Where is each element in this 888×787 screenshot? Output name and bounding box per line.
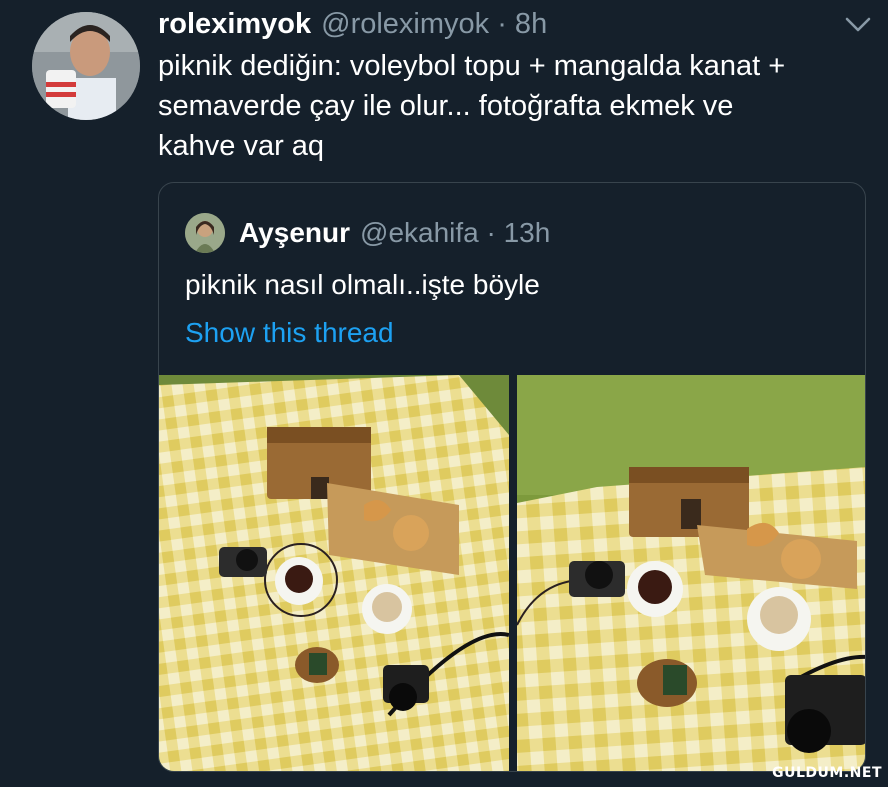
quoted-tweet-card[interactable]: Ayşenur @ekahifa · 13h piknik nasıl olma… (158, 182, 866, 772)
chevron-down-icon[interactable] (844, 14, 872, 34)
quoted-author-handle-and-time[interactable]: @ekahifa · 13h (360, 217, 550, 249)
profile-photo-icon (185, 213, 225, 253)
author-avatar[interactable] (32, 12, 140, 120)
quoted-tweet-photos (159, 375, 865, 771)
quoted-author-avatar[interactable] (185, 213, 225, 253)
author-display-name[interactable]: roleximyok (158, 8, 311, 41)
profile-photo-icon (32, 12, 140, 120)
watermark: GULDUM.NET (772, 765, 882, 781)
author-handle-and-time[interactable]: @roleximyok · 8h (321, 8, 547, 41)
picnic-blanket-photo-icon (517, 375, 865, 771)
show-thread-link[interactable]: Show this thread (185, 317, 394, 349)
quoted-tweet-header: Ayşenur @ekahifa · 13h (239, 211, 550, 255)
picnic-blanket-photo-icon (159, 375, 509, 771)
tweet-text: piknik dediğin: voleybol topu + mangalda… (158, 50, 786, 162)
picnic-photo-2[interactable] (517, 375, 865, 771)
picnic-photo-1[interactable] (159, 375, 509, 771)
quoted-tweet-text: piknik nasıl olmalı..işte böyle (185, 269, 540, 300)
quoted-author-display-name[interactable]: Ayşenur (239, 217, 350, 249)
tweet-header: roleximyok @roleximyok · 8h (158, 6, 547, 42)
